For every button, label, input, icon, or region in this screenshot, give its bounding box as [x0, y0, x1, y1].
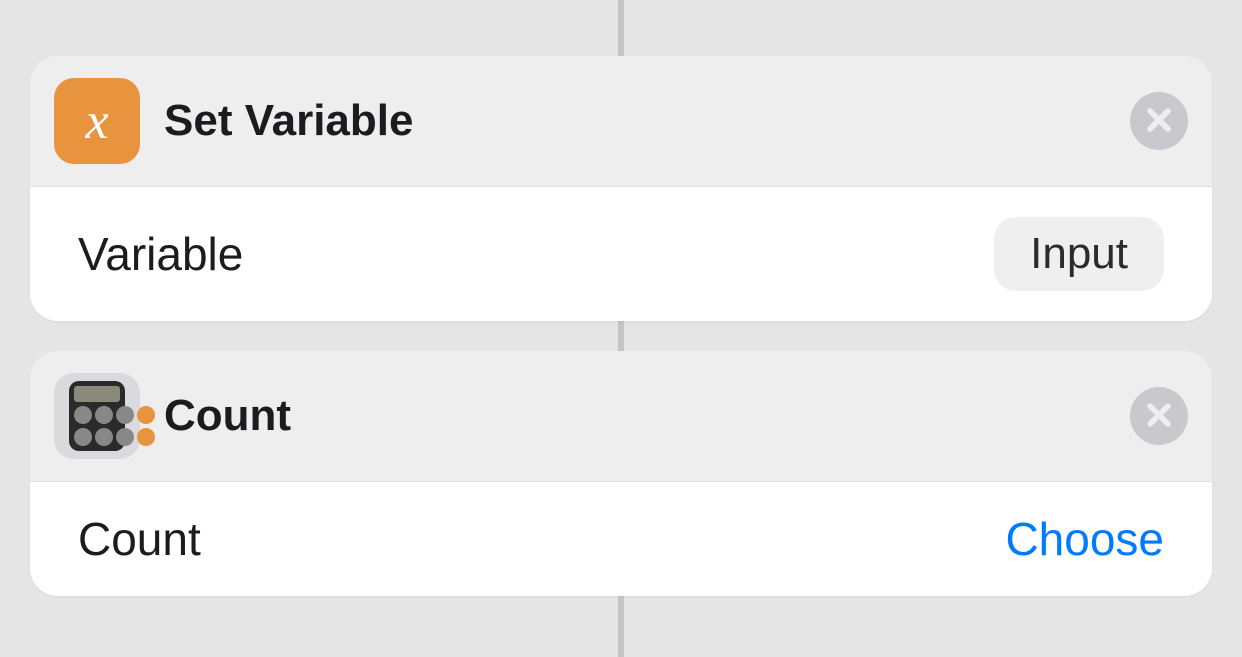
- action-title: Set Variable: [164, 96, 1130, 146]
- action-header: x Set Variable: [30, 56, 1212, 187]
- choose-value-button[interactable]: Choose: [1005, 512, 1164, 566]
- remove-action-button[interactable]: [1130, 92, 1188, 150]
- actions-list: x Set Variable Variable Input: [0, 0, 1242, 596]
- action-parameter-row: Count Choose: [30, 482, 1212, 596]
- variable-token-input[interactable]: Input: [994, 217, 1164, 291]
- variable-x-icon: x: [54, 78, 140, 164]
- icon-glyph: x: [85, 92, 108, 151]
- remove-action-button[interactable]: [1130, 387, 1188, 445]
- close-icon: [1146, 402, 1172, 431]
- calculator-glyph: [69, 381, 125, 451]
- action-card-set-variable: x Set Variable Variable Input: [30, 56, 1212, 321]
- action-parameter-row: Variable Input: [30, 187, 1212, 321]
- close-icon: [1146, 107, 1172, 136]
- calculator-icon: [54, 373, 140, 459]
- action-header: Count: [30, 351, 1212, 482]
- action-card-count: Count Count Choose: [30, 351, 1212, 596]
- action-title: Count: [164, 391, 1130, 441]
- parameter-label: Variable: [78, 227, 243, 281]
- parameter-label: Count: [78, 512, 201, 566]
